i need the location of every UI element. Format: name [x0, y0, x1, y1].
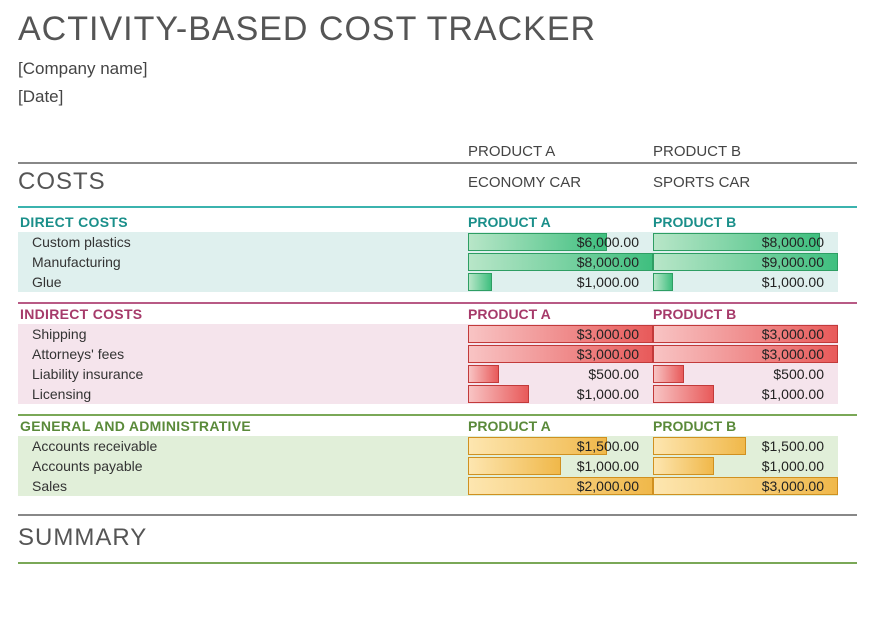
- general-col-b: PRODUCT B: [653, 418, 838, 434]
- value-cell[interactable]: $8,000.00: [468, 252, 653, 272]
- value-text: $3,000.00: [653, 478, 830, 494]
- row-label[interactable]: Licensing: [18, 384, 468, 404]
- value-cell[interactable]: $3,000.00: [468, 324, 653, 344]
- value-text: $8,000.00: [653, 234, 830, 250]
- product-a-label: PRODUCT A: [468, 143, 653, 160]
- value-text: $6,000.00: [468, 234, 645, 250]
- costs-title: COSTS: [18, 168, 468, 196]
- table-row: Custom plastics$6,000.00 $8,000.00: [18, 232, 857, 252]
- direct-costs-group: DIRECT COSTS PRODUCT A PRODUCT B Custom …: [18, 212, 857, 292]
- page-title: ACTIVITY-BASED COST TRACKER: [18, 10, 857, 49]
- value-text: $1,000.00: [468, 386, 645, 402]
- date-placeholder[interactable]: [Date]: [18, 87, 857, 107]
- indirect-col-a: PRODUCT A: [468, 306, 653, 322]
- value-cell[interactable]: $1,000.00: [468, 456, 653, 476]
- value-text: $1,000.00: [468, 458, 645, 474]
- value-cell[interactable]: $1,000.00: [653, 384, 838, 404]
- table-row: Glue$1,000.00$1,000.00: [18, 272, 857, 292]
- value-cell[interactable]: $1,000.00: [653, 272, 838, 292]
- row-label[interactable]: Sales: [18, 476, 468, 496]
- direct-costs-heading: DIRECT COSTS: [18, 214, 468, 230]
- value-text: $1,000.00: [653, 386, 830, 402]
- product-header-row: PRODUCT A PRODUCT B: [18, 143, 857, 162]
- table-row: Accounts receivable$1,500.00$1,500.00: [18, 436, 857, 456]
- table-row: Manufacturing$8,000.00 $9,000.00: [18, 252, 857, 272]
- direct-col-a: PRODUCT A: [468, 214, 653, 230]
- value-cell[interactable]: $9,000.00: [653, 252, 838, 272]
- table-row: Attorneys' fees$3,000.00$3,000.00: [18, 344, 857, 364]
- value-cell[interactable]: $1,000.00: [468, 384, 653, 404]
- value-cell[interactable]: $1,000.00: [468, 272, 653, 292]
- value-cell[interactable]: $8,000.00: [653, 232, 838, 252]
- value-cell[interactable]: $6,000.00: [468, 232, 653, 252]
- value-text: $3,000.00: [468, 326, 645, 342]
- company-name-placeholder[interactable]: [Company name]: [18, 59, 857, 79]
- value-cell[interactable]: $1,500.00: [468, 436, 653, 456]
- product-a-name[interactable]: ECONOMY CAR: [468, 174, 653, 191]
- value-cell[interactable]: $3,000.00: [653, 476, 838, 496]
- value-text: $1,500.00: [468, 438, 645, 454]
- value-text: $8,000.00: [468, 254, 645, 270]
- value-text: $9,000.00: [653, 254, 830, 270]
- value-cell[interactable]: $3,000.00: [653, 324, 838, 344]
- row-label[interactable]: Attorneys' fees: [18, 344, 468, 364]
- value-text: $500.00: [468, 366, 645, 382]
- value-cell[interactable]: $500.00: [653, 364, 838, 384]
- costs-section-header: COSTS ECONOMY CAR SPORTS CAR: [18, 162, 857, 200]
- value-cell[interactable]: $500.00: [468, 364, 653, 384]
- indirect-costs-heading: INDIRECT COSTS: [18, 306, 468, 322]
- value-text: $2,000.00: [468, 478, 645, 494]
- value-text: $3,000.00: [468, 346, 645, 362]
- value-cell[interactable]: $3,000.00: [468, 344, 653, 364]
- value-text: $3,000.00: [653, 346, 830, 362]
- row-label[interactable]: Accounts receivable: [18, 436, 468, 456]
- row-label[interactable]: Custom plastics: [18, 232, 468, 252]
- direct-col-b: PRODUCT B: [653, 214, 838, 230]
- value-text: $1,000.00: [468, 274, 645, 290]
- row-label[interactable]: Manufacturing: [18, 252, 468, 272]
- row-label[interactable]: Glue: [18, 272, 468, 292]
- general-admin-heading: GENERAL AND ADMINISTRATIVE: [18, 418, 468, 434]
- value-cell[interactable]: $3,000.00: [653, 344, 838, 364]
- value-cell[interactable]: $2,000.00: [468, 476, 653, 496]
- row-label[interactable]: Accounts payable: [18, 456, 468, 476]
- value-cell[interactable]: $1,000.00: [653, 456, 838, 476]
- product-b-label: PRODUCT B: [653, 143, 838, 160]
- table-row: Shipping$3,000.00$3,000.00: [18, 324, 857, 344]
- row-label[interactable]: Liability insurance: [18, 364, 468, 384]
- row-label[interactable]: Shipping: [18, 324, 468, 344]
- table-row: Accounts payable$1,000.00$1,000.00: [18, 456, 857, 476]
- general-col-a: PRODUCT A: [468, 418, 653, 434]
- general-admin-group: GENERAL AND ADMINISTRATIVE PRODUCT A PRO…: [18, 414, 857, 496]
- indirect-costs-group: INDIRECT COSTS PRODUCT A PRODUCT B Shipp…: [18, 302, 857, 404]
- summary-title: SUMMARY: [18, 524, 468, 552]
- value-text: $3,000.00: [653, 326, 830, 342]
- product-b-name[interactable]: SPORTS CAR: [653, 174, 838, 191]
- value-text: $500.00: [653, 366, 830, 382]
- summary-section-header: SUMMARY: [18, 520, 857, 556]
- indirect-col-b: PRODUCT B: [653, 306, 838, 322]
- value-text: $1,000.00: [653, 458, 830, 474]
- table-row: Licensing$1,000.00$1,000.00: [18, 384, 857, 404]
- table-row: Liability insurance$500.00$500.00: [18, 364, 857, 384]
- value-cell[interactable]: $1,500.00: [653, 436, 838, 456]
- value-text: $1,000.00: [653, 274, 830, 290]
- table-row: Sales$2,000.00 $3,000.00: [18, 476, 857, 496]
- value-text: $1,500.00: [653, 438, 830, 454]
